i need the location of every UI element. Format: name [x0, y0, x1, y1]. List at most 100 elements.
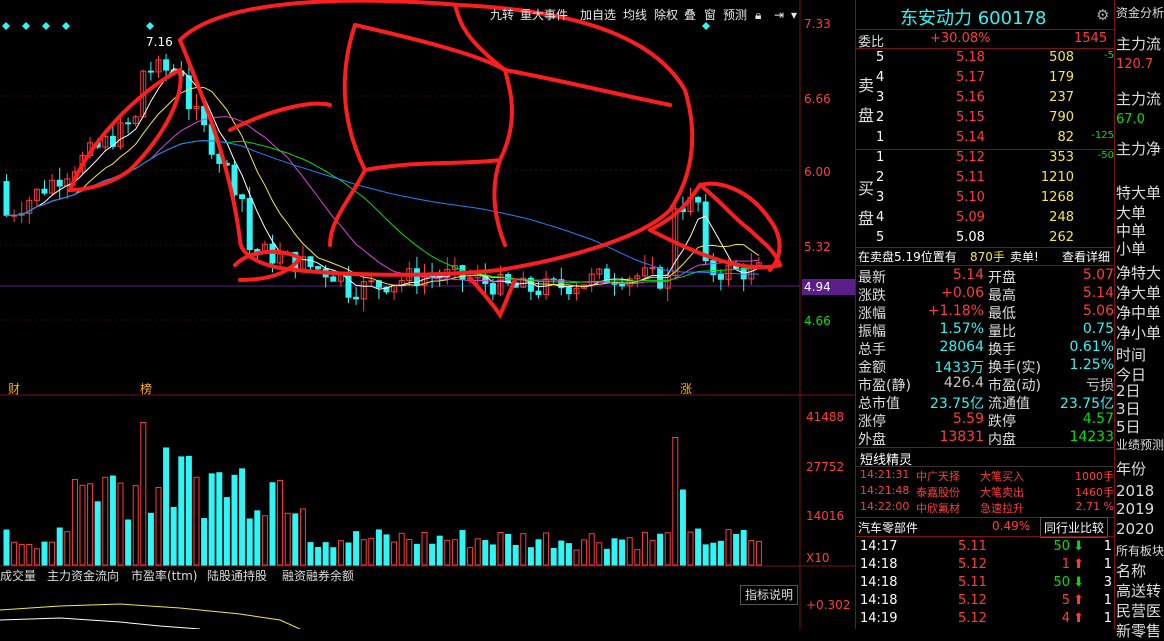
- gear-icon[interactable]: ⚙: [1096, 6, 1109, 24]
- buy-row[interactable]: 1 5.12 353 -50: [874, 149, 1114, 169]
- order-note-type: 卖单!: [1010, 250, 1039, 264]
- stat-value: 4.57: [1082, 411, 1114, 427]
- stat-row: 外盘 13831 内盘 14233: [858, 429, 1114, 448]
- order-note-detail-link[interactable]: 查看详细: [1062, 248, 1110, 265]
- turtle-drawing: [228, 101, 332, 132]
- far-right-item[interactable]: 2018: [1116, 482, 1164, 500]
- stat-value: 5.14: [1082, 285, 1114, 301]
- far-right-item[interactable]: 资金分析: [1116, 4, 1164, 21]
- sell-row[interactable]: 3 5.16 237: [874, 89, 1114, 109]
- far-right-item[interactable]: 67.0: [1116, 112, 1164, 127]
- volume: 508: [1049, 50, 1074, 65]
- volume-bar: [710, 542, 717, 566]
- far-right-item[interactable]: 净大单: [1116, 282, 1164, 303]
- far-right-item[interactable]: 特大单: [1116, 182, 1164, 203]
- toolbar-button-exright[interactable]: 除权: [652, 6, 680, 24]
- volume-bar: [482, 540, 489, 566]
- candle-body: [702, 201, 709, 262]
- far-right-item[interactable]: 新零售: [1116, 620, 1164, 641]
- price: 5.12: [956, 150, 985, 165]
- far-right-item[interactable]: 5日: [1116, 416, 1164, 437]
- far-right-item[interactable]: 业绩预测: [1116, 436, 1164, 453]
- tick-count: 1: [1103, 557, 1112, 572]
- stat-value: 13831: [939, 429, 984, 445]
- tab-northbound-holding[interactable]: 陆股通持股: [207, 568, 267, 584]
- sell-row[interactable]: 4 5.17 179: [874, 69, 1114, 89]
- candle-body: [163, 59, 170, 71]
- far-right-item[interactable]: 所有板块: [1116, 542, 1164, 559]
- indicator-tick: +0.302: [806, 598, 851, 612]
- volume: 179: [1049, 70, 1074, 85]
- toolbar-button-ma[interactable]: 均线: [621, 6, 649, 24]
- toolbar-button-add-watchlist[interactable]: 加自选: [578, 6, 618, 24]
- far-right-item[interactable]: 主力流: [1116, 88, 1164, 109]
- volume-bar: [679, 489, 686, 566]
- volume-bar: [109, 475, 116, 566]
- toolbar-button-window[interactable]: 窗: [702, 6, 718, 24]
- far-right-item[interactable]: 120.7: [1116, 57, 1164, 72]
- tab-volume[interactable]: 成交量: [0, 568, 36, 584]
- sector-name[interactable]: 汽车零部件: [858, 519, 918, 536]
- volume-bar: [672, 437, 679, 566]
- divider: [856, 536, 1114, 537]
- event-mark-limit-up[interactable]: 涨: [680, 380, 692, 397]
- sell-row[interactable]: 2 5.15 790: [874, 109, 1114, 129]
- buy-row[interactable]: 3 5.10 1268: [874, 189, 1114, 209]
- stat-value: 23.75亿: [929, 396, 984, 412]
- far-right-item[interactable]: 2020: [1116, 520, 1164, 538]
- volume-bar: [436, 535, 443, 566]
- kline-chart[interactable]: [0, 0, 856, 629]
- stat-value: 1.25%: [1069, 357, 1114, 373]
- volume-bar: [94, 501, 101, 566]
- sell-row[interactable]: 1 5.14 82 -125: [874, 129, 1114, 149]
- dropdown-icon[interactable]: ▾: [789, 6, 799, 24]
- indicator-help-button[interactable]: 指标说明: [740, 585, 798, 605]
- price: 5.08: [956, 230, 985, 245]
- toolbar-button-overlay[interactable]: 叠: [682, 6, 698, 24]
- far-right-item[interactable]: 年份: [1116, 458, 1164, 479]
- industry-compare-button[interactable]: 同行业比较: [1040, 517, 1109, 538]
- volume-bar: [231, 474, 238, 566]
- sell-row[interactable]: 5 5.18 508 -5: [874, 49, 1114, 69]
- stat-label: 总市值: [858, 396, 900, 412]
- far-right-item[interactable]: 时间: [1116, 344, 1164, 365]
- volume-bar: [292, 513, 299, 566]
- sell-label: 卖: [858, 76, 875, 95]
- tab-margin-balance[interactable]: 融资融券余额: [282, 568, 354, 584]
- far-right-item[interactable]: 净中单: [1116, 302, 1164, 323]
- candle-body: [565, 287, 572, 295]
- exit-icon[interactable]: ⇥: [772, 6, 786, 24]
- far-right-item[interactable]: 主力净: [1116, 138, 1164, 159]
- toolbar-button-forecast[interactable]: 预测: [721, 6, 749, 24]
- buy-row[interactable]: 2 5.11 1210: [874, 169, 1114, 189]
- buy-row[interactable]: 4 5.09 248: [874, 209, 1114, 229]
- toolbar-button-events[interactable]: 重大事件: [518, 6, 570, 24]
- far-right-item[interactable]: 净特大: [1116, 262, 1164, 283]
- volume-bar: [132, 485, 139, 566]
- tick-time: 14:17: [860, 539, 898, 554]
- event-mark-rank[interactable]: 榜: [140, 380, 152, 397]
- volume-bar: [117, 482, 124, 566]
- tick-price: 5.12: [958, 557, 987, 572]
- lock-icon[interactable]: 🔒︎: [753, 6, 763, 24]
- far-right-item[interactable]: 民营医: [1116, 600, 1164, 621]
- tab-pe-ttm[interactable]: 市盈率(ttm): [131, 568, 197, 584]
- volume-bar: [307, 542, 314, 566]
- far-right-item[interactable]: 高送转: [1116, 580, 1164, 601]
- far-right-item[interactable]: 主力流: [1116, 33, 1164, 54]
- volume-bar: [163, 447, 170, 566]
- tab-capital-flow[interactable]: 主力资金流向: [47, 568, 119, 584]
- far-right-item[interactable]: 净小单: [1116, 322, 1164, 343]
- far-right-item[interactable]: 名称: [1116, 560, 1164, 581]
- toolbar-button-jiuzhuan[interactable]: 九转: [488, 6, 516, 24]
- far-right-item[interactable]: 小单: [1116, 238, 1164, 259]
- event-mark-finance[interactable]: 财: [8, 380, 20, 397]
- short-line-item[interactable]: 14:22:00 中欣氟材 急速拉升 2.71 %: [858, 499, 1114, 519]
- stock-name: 中广天择: [916, 470, 960, 483]
- time: 14:21:31: [860, 468, 910, 481]
- far-right-item[interactable]: 2019: [1116, 500, 1164, 518]
- buy-row[interactable]: 5 5.08 262: [874, 229, 1114, 249]
- volume-bar: [702, 544, 709, 566]
- volume-bar: [64, 531, 71, 566]
- candle-body: [147, 70, 154, 73]
